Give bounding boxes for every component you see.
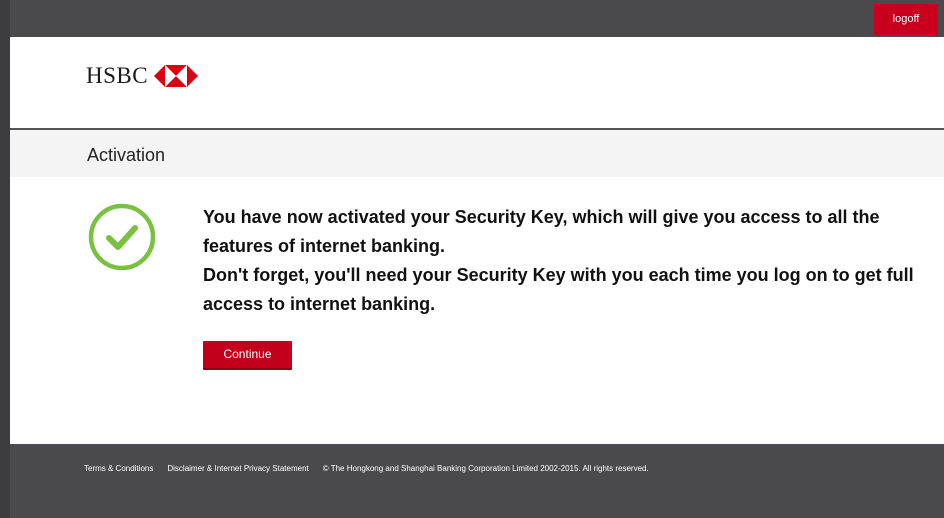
hsbc-logo[interactable]: HSBC xyxy=(86,63,199,89)
disclaimer-link[interactable]: Disclaimer & Internet Privacy Statement xyxy=(167,464,308,473)
footer-links: Terms & Conditions Disclaimer & Internet… xyxy=(84,464,649,473)
message-line-reminder: Don't forget, you'll need your Security … xyxy=(203,265,914,314)
hsbc-hexagon-icon xyxy=(154,65,199,87)
footer: Terms & Conditions Disclaimer & Internet… xyxy=(10,444,944,518)
top-bar: logoff xyxy=(10,0,944,37)
copyright-text: © The Hongkong and Shanghai Banking Corp… xyxy=(322,464,649,473)
continue-button[interactable]: Continue xyxy=(203,341,292,368)
check-circle-icon xyxy=(88,203,156,271)
subheader: Activation xyxy=(10,130,944,177)
logo-text: HSBC xyxy=(86,63,149,88)
header: HSBC xyxy=(10,37,944,128)
main-content: You have now activated your Security Key… xyxy=(10,177,944,444)
confirmation-message: You have now activated your Security Key… xyxy=(203,203,933,319)
page-frame: logoff HSBC Activation You have now acti… xyxy=(0,0,944,518)
page-title: Activation xyxy=(87,145,166,165)
terms-link[interactable]: Terms & Conditions xyxy=(84,464,153,473)
message-line-activated: You have now activated your Security Key… xyxy=(203,207,880,256)
logoff-button[interactable]: logoff xyxy=(874,4,938,35)
